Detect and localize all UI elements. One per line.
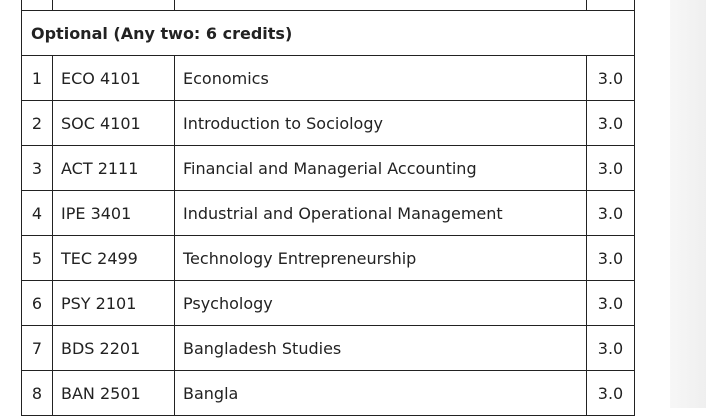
course-code: IPE 3401 bbox=[52, 190, 175, 236]
course-title: Psychology bbox=[174, 280, 587, 326]
course-title: Industrial and Operational Management bbox=[174, 190, 587, 236]
table-row: 4 IPE 3401 Industrial and Operational Ma… bbox=[21, 190, 635, 236]
course-credits: 3.0 bbox=[586, 235, 635, 281]
course-credits: 3.0 bbox=[586, 55, 635, 101]
course-credits: 3.0 bbox=[586, 280, 635, 326]
course-code: PSY 2101 bbox=[52, 280, 175, 326]
course-number: 4 bbox=[21, 190, 53, 236]
course-code: BAN 2501 bbox=[52, 370, 175, 416]
course-code: SOC 4101 bbox=[52, 100, 175, 146]
table-row: 2 SOC 4101 Introduction to Sociology 3.0 bbox=[21, 100, 635, 146]
course-credits: 3.0 bbox=[586, 370, 635, 416]
table-row: 6 PSY 2101 Psychology 3.0 bbox=[21, 280, 635, 326]
course-number: 2 bbox=[21, 100, 53, 146]
section-header: Optional (Any two: 6 credits) bbox=[21, 10, 635, 56]
course-credits: 3.0 bbox=[586, 145, 635, 191]
previous-table-row bbox=[21, 0, 635, 11]
table-cell bbox=[174, 0, 587, 11]
table-cell bbox=[21, 0, 53, 11]
course-number: 8 bbox=[21, 370, 53, 416]
table-row: 3 ACT 2111 Financial and Managerial Acco… bbox=[21, 145, 635, 191]
course-title: Financial and Managerial Accounting bbox=[174, 145, 587, 191]
table-cell bbox=[52, 0, 175, 11]
table-cell bbox=[586, 0, 635, 11]
course-code: ACT 2111 bbox=[52, 145, 175, 191]
course-credits: 3.0 bbox=[586, 325, 635, 371]
course-credits: 3.0 bbox=[586, 190, 635, 236]
table-row: 8 BAN 2501 Bangla 3.0 bbox=[21, 370, 635, 416]
course-code: ECO 4101 bbox=[52, 55, 175, 101]
course-title: Bangla bbox=[174, 370, 587, 416]
course-number: 5 bbox=[21, 235, 53, 281]
section-header-row: Optional (Any two: 6 credits) bbox=[21, 10, 635, 56]
table-row: 5 TEC 2499 Technology Entrepreneurship 3… bbox=[21, 235, 635, 281]
table-row: 1 ECO 4101 Economics 3.0 bbox=[21, 55, 635, 101]
course-title: Introduction to Sociology bbox=[174, 100, 587, 146]
course-title: Economics bbox=[174, 55, 587, 101]
table-row: 7 BDS 2201 Bangladesh Studies 3.0 bbox=[21, 325, 635, 371]
course-number: 6 bbox=[21, 280, 53, 326]
course-number: 3 bbox=[21, 145, 53, 191]
course-number: 1 bbox=[21, 55, 53, 101]
course-table: Optional (Any two: 6 credits) 1 ECO 4101… bbox=[21, 0, 635, 416]
course-code: TEC 2499 bbox=[52, 235, 175, 281]
page-side-gutter bbox=[670, 0, 706, 408]
course-number: 7 bbox=[21, 325, 53, 371]
course-title: Technology Entrepreneurship bbox=[174, 235, 587, 281]
course-code: BDS 2201 bbox=[52, 325, 175, 371]
course-credits: 3.0 bbox=[586, 100, 635, 146]
course-title: Bangladesh Studies bbox=[174, 325, 587, 371]
